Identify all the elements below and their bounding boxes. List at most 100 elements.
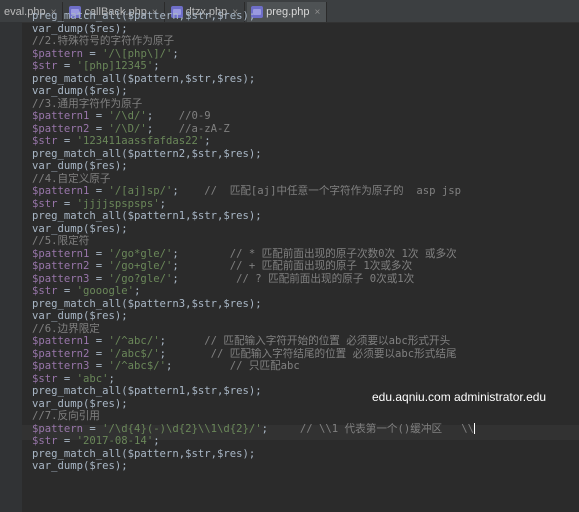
code-variable: $pattern2 — [32, 347, 90, 360]
code-comment: // 匹配输入字符开始的位置 必须要以abc形式开头 — [165, 335, 451, 347]
code-variable: $pattern3 — [32, 272, 90, 285]
watermark-text: edu.aqniu.com administrator.edu — [372, 390, 547, 404]
code-text: preg_match_all($pattern1,$str,$res); — [32, 210, 262, 222]
code-line: $str = 'abc'; — [32, 372, 115, 385]
code-comment: //0-9 — [153, 110, 211, 122]
code-variable: $str — [32, 372, 58, 385]
code-text: preg_match_all($pattern1,$str,$res); — [32, 385, 262, 397]
line-gutter — [0, 22, 22, 512]
code-line: $pattern2 = '/abc$/'; // 匹配输入字符结尾的位置 必须要… — [32, 347, 457, 360]
code-text: preg_match_all($pattern2,$str,$res); — [32, 147, 262, 160]
code-line: var_dump($res); — [32, 310, 572, 323]
code-line: //7.反向引用 — [32, 410, 572, 423]
code-variable: $pattern3 — [32, 360, 90, 372]
code-line: $pattern1 = '/[aj]sp/'; // 匹配[aj]中任意一个字符… — [32, 185, 461, 197]
code-text: var_dump($res); — [32, 22, 128, 35]
code-line: //3.通用字符作为原子 — [32, 98, 572, 111]
code-text: preg_match_all($pattern3,$str,$res); — [32, 297, 262, 310]
code-variable: $pattern1 — [32, 110, 90, 122]
code-string: '/go+gle/' — [108, 260, 173, 272]
code-line: var_dump($res); — [32, 460, 572, 473]
text-cursor — [473, 423, 475, 434]
code-line: //5.限定符 — [32, 235, 572, 248]
code-comment: //5.限定符 — [32, 235, 90, 247]
code-string: '[php]12345' — [76, 60, 154, 72]
code-line: $str = 'gooogle'; — [32, 285, 141, 297]
code-text: preg_match_all($pattern,$str,$res); — [32, 447, 256, 460]
code-line: //4.自定义原子 — [32, 173, 572, 186]
code-variable: $pattern2 — [32, 122, 90, 135]
code-line: preg_match_all($pattern3,$str,$res); — [32, 298, 572, 311]
code-string: '/^abc$/' — [108, 360, 166, 372]
code-string: 'jjjjspspsps' — [76, 197, 160, 210]
code-comment: // 只匹配abc — [172, 360, 300, 372]
code-variable: $str — [32, 60, 58, 72]
code-string: '/[aj]sp/' — [108, 185, 173, 197]
code-text: var_dump($res); — [32, 160, 128, 172]
code-line: $pattern1 = '/^abc/'; // 匹配输入字符开始的位置 必须要… — [32, 335, 451, 347]
code-string: '/go*gle/' — [108, 247, 173, 260]
code-line: preg_match_all($pattern2,$str,$res); — [32, 148, 572, 161]
code-comment: // * 匹配前面出现的原子次数0次 1次 或多次 — [178, 247, 457, 260]
code-variable: $pattern1 — [32, 185, 90, 197]
code-variable: $str — [32, 435, 58, 447]
code-comment: // ? 匹配前面出现的原子 0次或1次 — [178, 272, 415, 285]
code-comment: // \\1 代表第一个()缓冲区 \\ — [268, 422, 474, 435]
code-line: $str = '2017-08-14'; — [32, 435, 160, 447]
code-string: '2017-08-14' — [76, 435, 154, 447]
code-text: preg_match_all($pattern,$str,$res); — [32, 72, 256, 85]
code-line: preg_match_all($pattern,$str,$res); — [32, 73, 572, 86]
code-comment: //3.通用字符作为原子 — [32, 97, 143, 110]
code-variable: $pattern — [32, 422, 84, 435]
code-string: '/^abc/' — [108, 335, 160, 347]
code-comment: //7.反向引用 — [32, 410, 100, 422]
code-string: '/\d{4}(-)\d{2}\\1\d{2}/' — [102, 422, 262, 435]
code-line: preg_match_all($pattern,$str,$res); — [32, 10, 572, 23]
code-line: var_dump($res); — [32, 85, 572, 98]
code-variable: $str — [32, 135, 58, 147]
code-text: var_dump($res); — [32, 460, 128, 472]
code-line: //2.特殊符号的字符作为原子 — [32, 35, 572, 48]
code-variable: $pattern — [32, 47, 84, 60]
code-comment: // + 匹配前面出现的原子 1次或多次 — [178, 260, 413, 272]
code-line: var_dump($res); — [32, 223, 572, 236]
code-text: var_dump($res); — [32, 310, 128, 322]
code-variable: $pattern1 — [32, 247, 90, 260]
code-comment: //a-zA-Z — [153, 122, 230, 135]
code-line: $pattern3 = '/^abc$/'; // 只匹配abc — [32, 360, 300, 372]
code-variable: $str — [32, 197, 58, 210]
code-text: preg_match_all($pattern,$str,$res); — [32, 10, 256, 22]
code-line: $pattern1 = '/go*gle/'; // * 匹配前面出现的原子次数… — [32, 247, 457, 260]
code-line: $pattern = '/\d{4}(-)\d{2}\\1\d{2}/'; //… — [32, 422, 475, 435]
code-variable: $pattern2 — [32, 260, 90, 272]
code-text: var_dump($res); — [32, 222, 128, 235]
code-line: $pattern3 = '/go?gle/'; // ? 匹配前面出现的原子 0… — [32, 272, 415, 285]
code-line: $str = '[php]12345'; — [32, 60, 160, 72]
code-string: '123411aassfafdas22' — [76, 135, 205, 147]
code-text: var_dump($res); — [32, 397, 128, 410]
code-comment: //6.边界限定 — [32, 322, 100, 335]
code-line: $pattern2 = '/\D/'; //a-zA-Z — [32, 122, 230, 135]
code-comment: // 匹配[aj]中任意一个字符作为原子的 asp jsp — [178, 185, 461, 197]
code-string: '/\[php\]/' — [102, 47, 173, 60]
code-comment: //4.自定义原子 — [32, 172, 111, 185]
code-line: $pattern1 = '/\d/'; //0-9 — [32, 110, 211, 122]
code-string: '/\d/' — [108, 110, 147, 122]
code-text: var_dump($res); — [32, 85, 128, 97]
code-variable: $pattern1 — [32, 335, 90, 347]
code-string: 'abc' — [76, 372, 109, 385]
code-comment: //2.特殊符号的字符作为原子 — [32, 35, 175, 47]
code-string: 'gooogle' — [76, 285, 135, 297]
code-line: //6.边界限定 — [32, 323, 572, 336]
code-line: preg_match_all($pattern,$str,$res); — [32, 448, 572, 461]
code-variable: $str — [32, 285, 58, 297]
code-line: $pattern2 = '/go+gle/'; // + 匹配前面出现的原子 1… — [32, 260, 413, 272]
code-line: $pattern = '/\[php\]/'; — [32, 47, 179, 60]
code-line: preg_match_all($pattern1,$str,$res); — [32, 210, 572, 223]
code-line: $str = '123411aassfafdas22'; — [32, 135, 211, 147]
code-comment: // 匹配输入字符结尾的位置 必须要以abc形式结尾 — [165, 347, 457, 360]
code-string: '/\D/' — [108, 122, 147, 135]
code-string: '/go?gle/' — [108, 272, 173, 285]
code-line: $str = 'jjjjspspsps'; — [32, 197, 166, 210]
code-line: var_dump($res); — [32, 160, 572, 173]
